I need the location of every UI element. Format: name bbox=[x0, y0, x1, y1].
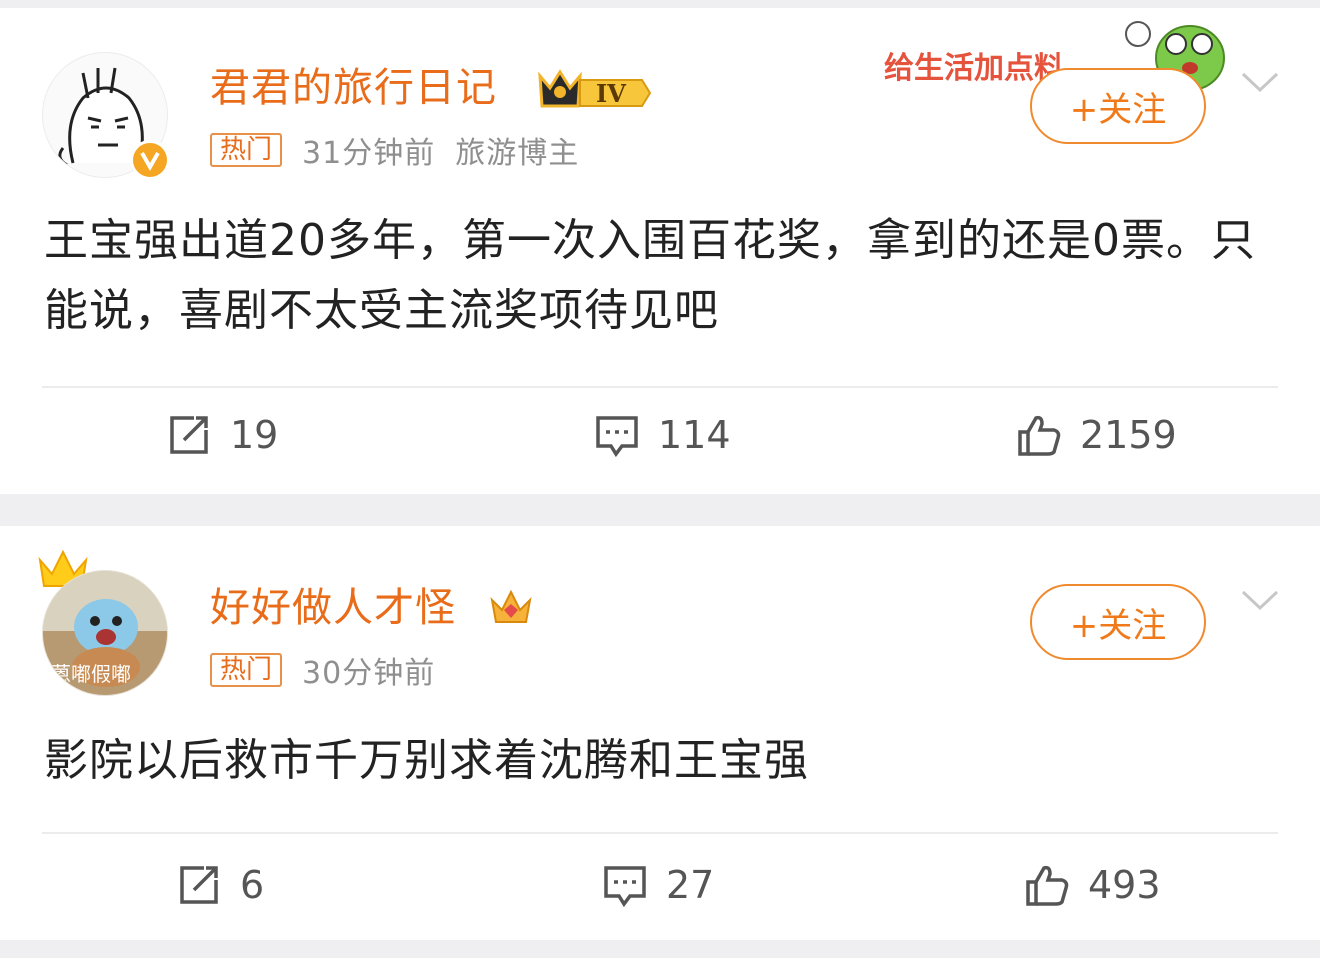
chevron-down-icon[interactable] bbox=[1240, 588, 1280, 612]
post-content[interactable]: 王宝强出道20多年，第一次入围百花奖，拿到的还是0票。只能说，喜剧不太受主流奖项… bbox=[44, 206, 1284, 346]
repost-count: 19 bbox=[230, 413, 279, 457]
like-icon bbox=[1026, 865, 1069, 906]
post-card[interactable]: 蒽嘟假嘟 好好做人才怪 热门 30分钟前 +关注 影院以后救市千万别求着沈腾和王… bbox=[0, 526, 1320, 940]
divider bbox=[42, 832, 1278, 834]
crown-icon bbox=[490, 589, 532, 623]
verified-icon bbox=[130, 140, 170, 180]
like-count: 2159 bbox=[1080, 413, 1177, 457]
like-action[interactable]: 2159 bbox=[1016, 412, 1177, 458]
avatar[interactable]: 蒽嘟假嘟 bbox=[42, 570, 168, 696]
chevron-down-icon[interactable] bbox=[1240, 70, 1280, 94]
level-text: IV bbox=[596, 79, 626, 108]
avatar-turtle-icon: 蒽嘟假嘟 bbox=[43, 571, 167, 695]
post-card[interactable]: 君君的旅行日记 IV 热门 31分钟前 旅游博主 给生活加点料 +关注 王宝强出… bbox=[0, 8, 1320, 494]
post-time: 31分钟前 bbox=[302, 136, 436, 171]
repost-action[interactable]: 19 bbox=[166, 412, 278, 458]
username[interactable]: 君君的旅行日记 bbox=[210, 64, 497, 112]
hot-tag: 热门 bbox=[210, 653, 283, 687]
post-time: 30分钟前 bbox=[302, 656, 436, 691]
comment-action[interactable]: 27 bbox=[602, 862, 714, 908]
author-tag: 旅游博主 bbox=[455, 136, 580, 171]
post-meta: 热门 30分钟前 bbox=[210, 652, 435, 691]
like-action[interactable]: 493 bbox=[1024, 862, 1161, 908]
repost-icon bbox=[170, 416, 208, 454]
like-icon bbox=[1018, 415, 1061, 456]
comment-action[interactable]: 114 bbox=[594, 412, 731, 458]
repost-count: 6 bbox=[240, 863, 265, 907]
comment-count: 27 bbox=[666, 863, 715, 907]
comment-icon bbox=[596, 416, 638, 458]
avatar-caption: 蒽嘟假嘟 bbox=[51, 662, 131, 686]
repost-icon bbox=[180, 866, 218, 904]
post-content[interactable]: 影院以后救市千万别求着沈腾和王宝强 bbox=[44, 726, 1284, 796]
repost-action[interactable]: 6 bbox=[176, 862, 264, 908]
comment-count: 114 bbox=[658, 413, 731, 457]
sticker-text: 给生活加点料 bbox=[884, 51, 1064, 86]
top-gap bbox=[0, 0, 1320, 8]
username[interactable]: 好好做人才怪 bbox=[210, 584, 456, 632]
like-count: 493 bbox=[1088, 863, 1161, 907]
follow-button[interactable]: +关注 bbox=[1030, 68, 1206, 144]
hot-tag: 热门 bbox=[210, 133, 283, 167]
follow-button[interactable]: +关注 bbox=[1030, 584, 1206, 660]
post-meta: 热门 31分钟前 旅游博主 bbox=[210, 132, 579, 171]
divider bbox=[42, 386, 1278, 388]
comment-icon bbox=[604, 866, 646, 908]
level-badge: IV bbox=[534, 66, 652, 118]
